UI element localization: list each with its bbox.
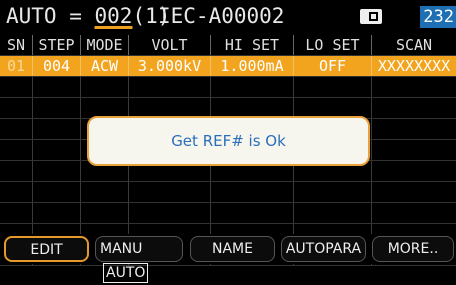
cell-hi-set: 1.000mA [210,56,293,76]
col-header-lo-set: LO SET [293,35,371,55]
popup-message: Get REF# is Ok [171,132,286,150]
status-header: AUTO = 002(1) IEC-A00002 232 [0,0,456,33]
table-header-row: SN STEP MODE VOLT HI SET LO SET SCAN [0,35,456,56]
manu-label: MANU [100,241,143,257]
table-row-empty[interactable] [0,203,456,224]
col-header-hi-set: HI SET [210,35,293,55]
table-row[interactable]: 01 004 ACW 3.000kV 1.000mA OFF XXXXXXXX [0,56,456,77]
autopara-button[interactable]: AUTOPARA [281,236,366,262]
more-button[interactable]: MORE.. [372,236,454,262]
table-row-empty[interactable] [0,182,456,203]
cell-scan: XXXXXXXX [371,56,456,76]
auto-indicator: AUTO = 002(1) [6,4,170,28]
cell-sn: 01 [6,57,26,75]
cell-volt: 3.000kV [128,56,210,76]
manu-auto-toggle[interactable]: MANU AUTO [95,236,183,283]
tester-screen: AUTO = 002(1) IEC-A00002 232 SN STEP MOD… [0,0,456,283]
auto-number: 002 [94,4,133,28]
message-popup: Get REF# is Ok [87,116,370,166]
memory-card-icon [360,9,382,24]
cell-step: 004 [32,56,80,76]
col-header-scan: SCAN [371,35,456,55]
auto-prefix: AUTO = [6,4,95,28]
table-row-empty[interactable] [0,77,456,98]
cell-mode: ACW [80,56,128,76]
name-button[interactable]: NAME [190,236,275,262]
cell-lo-set: OFF [293,56,371,76]
col-header-step: STEP [32,35,80,55]
col-header-mode: MODE [80,35,128,55]
auto-label: AUTO [103,263,149,283]
col-header-sn: SN [6,36,26,54]
softkey-bar: EDIT MANU AUTO NAME AUTOPARA MORE.. [0,234,456,283]
status-badge: 232 [420,6,456,28]
iec-id: IEC-A00002 [158,4,285,28]
edit-button[interactable]: EDIT [4,236,89,262]
col-header-volt: VOLT [128,35,210,55]
